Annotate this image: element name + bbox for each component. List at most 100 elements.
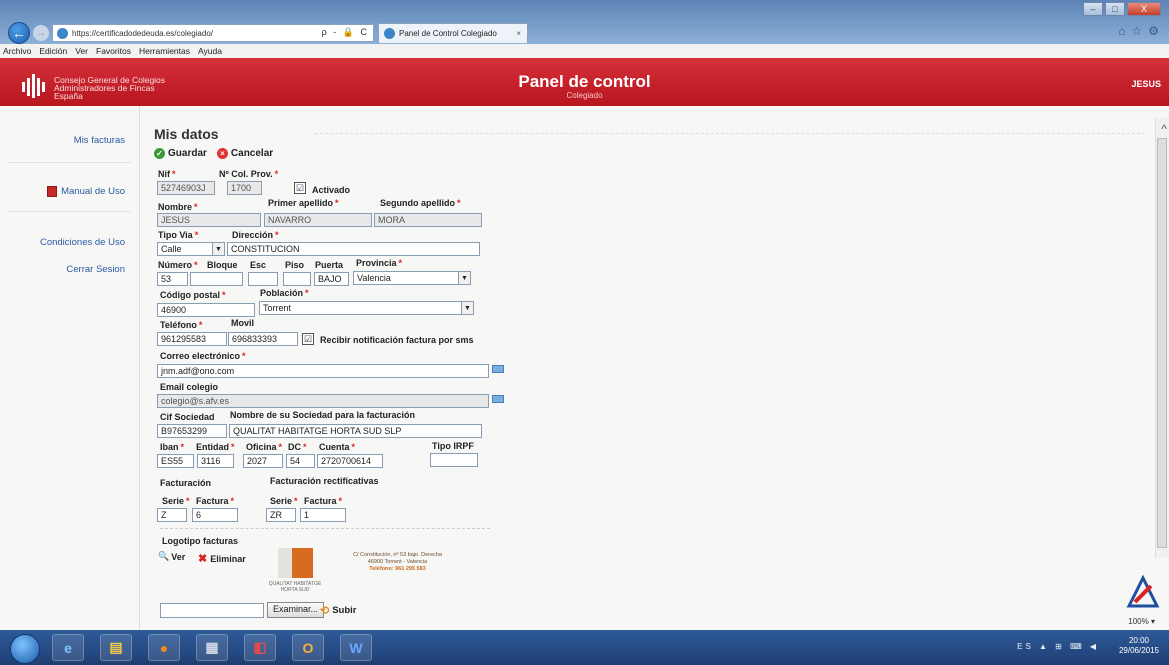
minimize-button[interactable]: –: [1083, 2, 1103, 16]
dc-field[interactable]: 54: [286, 454, 315, 468]
home-icon[interactable]: ⌂: [1118, 24, 1125, 38]
upload-icon: ⟲: [320, 605, 330, 617]
forward-button[interactable]: →: [33, 25, 49, 41]
direccion-field[interactable]: CONSTITUCION: [227, 242, 480, 256]
menu-herramientas[interactable]: Herramientas: [139, 46, 190, 56]
nif-field: 52746903J: [157, 181, 215, 195]
provincia-select[interactable]: Valencia ▼: [353, 271, 471, 285]
taskbar-explorer-icon[interactable]: ▤: [100, 634, 132, 661]
dc-label: DC *: [288, 442, 307, 452]
oficina-field[interactable]: 2027: [243, 454, 283, 468]
bloque-field[interactable]: [190, 272, 243, 286]
tipovia-label: Tipo Via *: [158, 230, 199, 240]
favorites-star-icon[interactable]: ☆: [1131, 24, 1142, 38]
entidad-field[interactable]: 3116: [197, 454, 234, 468]
menu-ayuda[interactable]: Ayuda: [198, 46, 222, 56]
page-title: Mis datos: [154, 126, 219, 142]
tipovia-select[interactable]: Calle ▼: [157, 242, 225, 256]
address-tools[interactable]: ρ - 🔒 C: [322, 27, 369, 38]
cp-label: Código postal *: [160, 290, 226, 300]
sidebar-item-condiciones[interactable]: Condiciones de Uso: [0, 237, 139, 248]
header-subtitle: Colegiado: [566, 91, 603, 100]
save-button[interactable]: ✓ Guardar: [154, 148, 207, 159]
factura-label: Factura *: [196, 496, 235, 506]
browse-button[interactable]: Examinar...: [267, 602, 325, 618]
factura-field[interactable]: 6: [192, 508, 238, 522]
site-favicon-icon: [57, 27, 68, 39]
action-bar: ✓ Guardar × Cancelar: [154, 148, 273, 159]
taskbar-chrome-icon[interactable]: ●: [148, 634, 180, 661]
taskbar-app-icon[interactable]: ◧: [244, 634, 276, 661]
logo-phone: Teléfono: 961 295 583: [369, 566, 426, 572]
email-field[interactable]: jnm.adf@ono.com: [157, 364, 489, 378]
sidebar-divider: [8, 211, 131, 212]
puerta-field[interactable]: BAJO: [314, 272, 349, 286]
taskbar-calculator-icon[interactable]: ▦: [196, 634, 228, 661]
gear-icon[interactable]: ⚙: [1148, 24, 1159, 38]
address-bar[interactable]: https://certificadodedeuda.es/colegiado/…: [52, 24, 374, 42]
browser-tab[interactable]: Panel de Control Colegiado ×: [378, 23, 528, 43]
menu-bar: Archivo Edición Ver Favoritos Herramient…: [0, 44, 1169, 58]
maximize-button[interactable]: □: [1105, 2, 1125, 16]
window-controls: – □ X: [1083, 2, 1161, 16]
cif-field[interactable]: B97653299: [157, 424, 227, 438]
clock[interactable]: 20:00 29/06/2015: [1119, 636, 1159, 656]
sms-checkbox[interactable]: ☑: [302, 333, 314, 345]
ver-label: Ver: [171, 551, 186, 562]
taskbar-word-icon[interactable]: W: [340, 634, 372, 661]
menu-favoritos[interactable]: Favoritos: [96, 46, 131, 56]
eliminar-button[interactable]: ✖ Eliminar: [198, 552, 246, 565]
tipovia-value: Calle: [161, 244, 182, 254]
menu-archivo[interactable]: Archivo: [3, 46, 31, 56]
system-tray[interactable]: ES ▲ ⊞ ⌨ ◀: [1017, 642, 1099, 651]
sidebar-item-manual[interactable]: Manual de Uso: [0, 186, 139, 197]
sidebar-item-label: Manual de Uso: [61, 186, 125, 197]
ver-button[interactable]: 🔍 Ver: [158, 551, 185, 562]
piso-field[interactable]: [283, 272, 311, 286]
mail-icon[interactable]: [492, 395, 504, 403]
taskbar-ie-icon[interactable]: e: [52, 634, 84, 661]
mail-icon[interactable]: [492, 365, 504, 373]
sidebar-item-cerrar-sesion[interactable]: Cerrar Sesion: [0, 264, 139, 275]
start-button[interactable]: [10, 634, 40, 664]
close-window-button[interactable]: X: [1127, 2, 1161, 16]
serie-r-field[interactable]: ZR: [266, 508, 296, 522]
delete-x-icon: ✖: [198, 553, 208, 565]
cuenta-field[interactable]: 2720700614: [317, 454, 383, 468]
tab-favicon-icon: [384, 28, 395, 39]
upload-button[interactable]: ⟲ Subir: [320, 604, 357, 617]
activado-checkbox[interactable]: ☑: [294, 182, 306, 194]
serie-r-label: Serie *: [270, 496, 298, 506]
zoom-indicator[interactable]: 100% ▾: [1128, 617, 1155, 626]
cp-field[interactable]: 46900: [157, 303, 255, 317]
cancel-button[interactable]: × Cancelar: [216, 148, 273, 159]
eliminar-label: Eliminar: [210, 553, 246, 564]
serie-field[interactable]: Z: [157, 508, 187, 522]
back-button[interactable]: ←: [8, 22, 30, 44]
logo-caption: QUALITAT HABITATGE HORTA SUD: [268, 581, 322, 593]
apellido1-field: NAVARRO: [264, 213, 372, 227]
scrollbar-thumb[interactable]: [1157, 138, 1167, 548]
sidebar: Mis facturas Manual de Uso Condiciones d…: [0, 106, 140, 630]
save-label: Guardar: [168, 148, 207, 159]
file-input[interactable]: [160, 603, 264, 618]
menu-ver[interactable]: Ver: [75, 46, 88, 56]
sociedad-field[interactable]: QUALITAT HABITATGE HORTA SUD SLP: [229, 424, 482, 438]
iban-field[interactable]: ES55: [157, 454, 194, 468]
piso-label: Piso: [285, 260, 305, 270]
taskbar-outlook-icon[interactable]: O: [292, 634, 324, 661]
irpf-field[interactable]: [430, 453, 478, 467]
movil-field[interactable]: 696833393: [228, 332, 298, 346]
poblacion-select[interactable]: Torrent ▼: [259, 301, 474, 315]
telefono-field[interactable]: 961295583: [157, 332, 227, 346]
sidebar-item-mis-facturas[interactable]: Mis facturas: [0, 135, 139, 146]
sociedad-label: Nombre de su Sociedad para la facturació…: [230, 410, 416, 420]
header-user[interactable]: JESUS: [1131, 79, 1161, 89]
tab-close-icon[interactable]: ×: [516, 29, 521, 38]
factura-r-field[interactable]: 1: [300, 508, 346, 522]
esc-field[interactable]: [248, 272, 278, 286]
menu-edicion[interactable]: Edición: [39, 46, 67, 56]
numero-field[interactable]: 53: [157, 272, 188, 286]
telefono-label: Teléfono *: [160, 320, 203, 330]
scroll-up-icon[interactable]: ^: [1161, 122, 1167, 136]
